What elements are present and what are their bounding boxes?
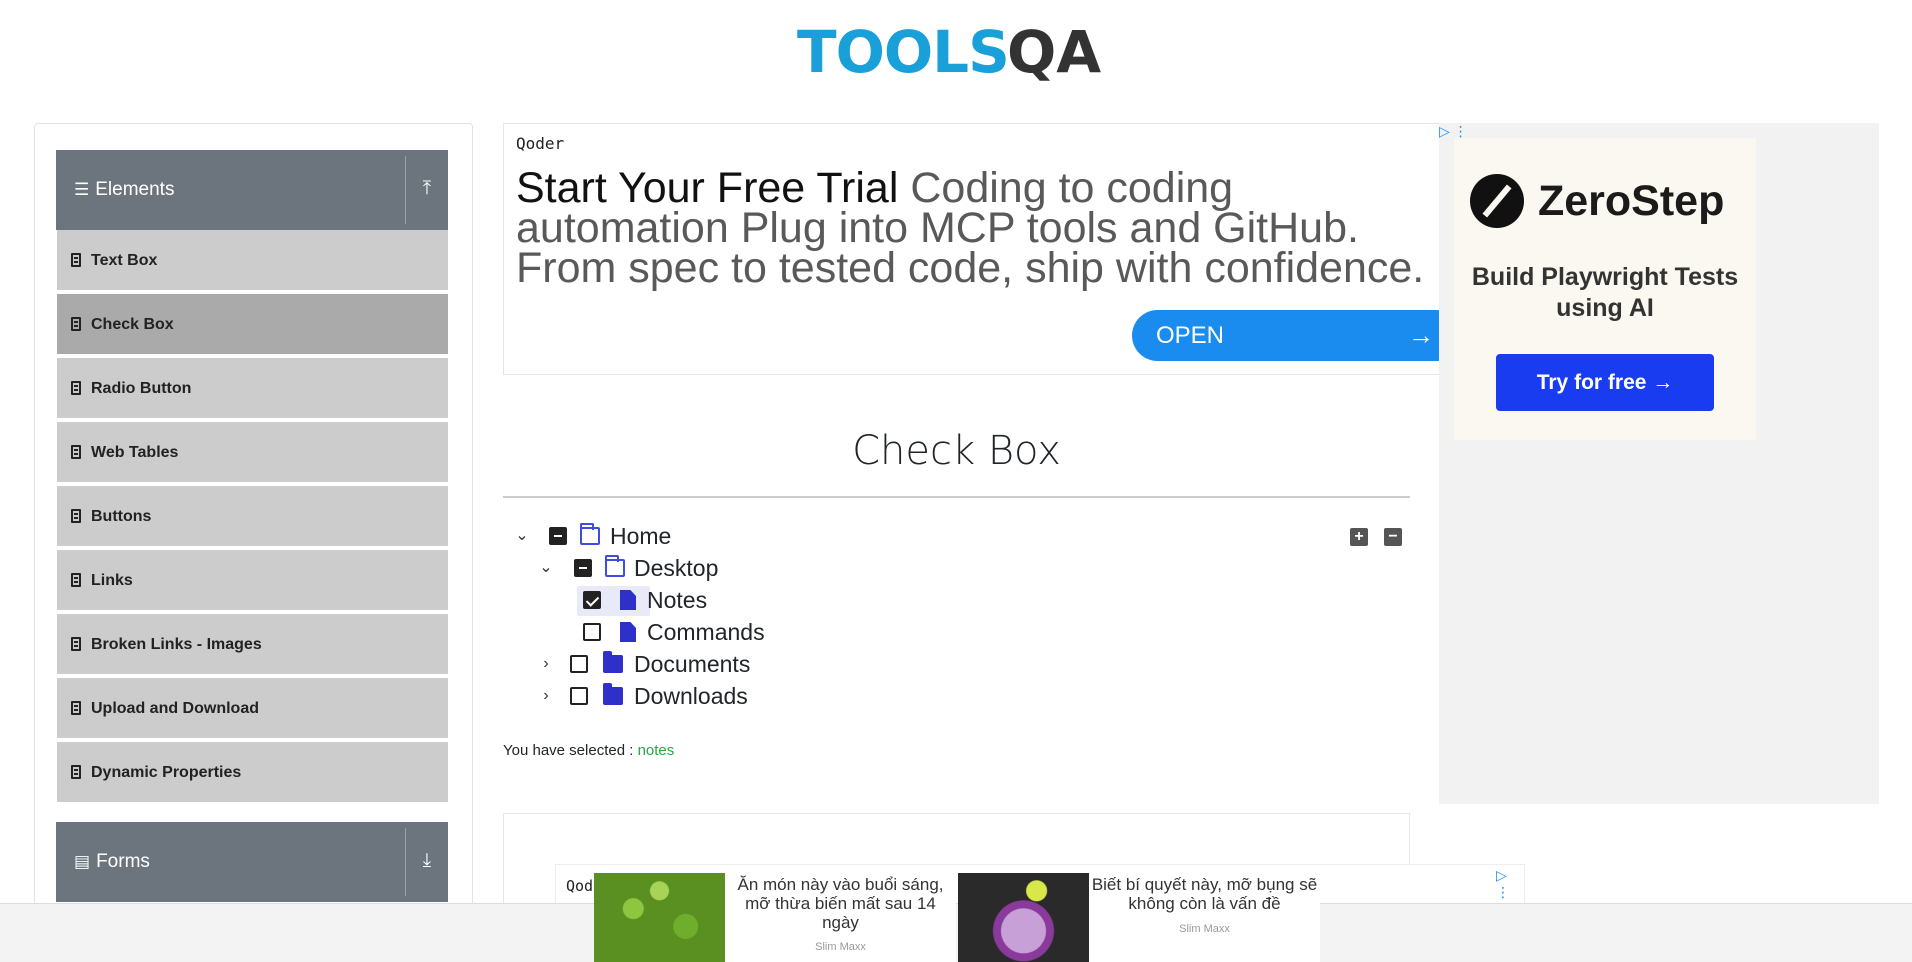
- ad-brand: Qoder: [516, 134, 565, 153]
- zerostep-subtitle: Build Playwright Tests using AI: [1471, 263, 1739, 322]
- sidebar-item-label: Check Box: [91, 316, 174, 333]
- checkbox-downloads[interactable]: [570, 687, 588, 705]
- result-value: notes: [637, 742, 675, 759]
- checkbox-notes[interactable]: [583, 591, 601, 609]
- page-title: Check Box: [852, 428, 1061, 474]
- sidebar-item-web-tables[interactable]: Web Tables: [57, 422, 448, 484]
- divider: [405, 156, 406, 224]
- logo-text-tools: TOOLS: [797, 18, 1010, 86]
- html-file-icon: [71, 445, 81, 459]
- ad-open-button[interactable]: OPEN →: [1132, 310, 1442, 361]
- download-icon[interactable]: ⤓: [412, 846, 442, 876]
- adchoices-icon[interactable]: ▷ ⋮: [1496, 867, 1524, 901]
- html-file-icon: [71, 509, 81, 523]
- ad-thumbnail-image: [958, 873, 1089, 962]
- html-file-icon: [71, 573, 81, 587]
- sidebar-item-links[interactable]: Links: [57, 550, 448, 612]
- chevron-right-icon[interactable]: ›: [537, 680, 555, 712]
- tree-label-notes[interactable]: Notes: [647, 584, 707, 616]
- title-divider: [503, 496, 1410, 498]
- expand-all-button[interactable]: +: [1350, 528, 1368, 546]
- tree-label-home[interactable]: Home: [610, 520, 671, 552]
- checkbox-desktop[interactable]: [574, 559, 592, 577]
- checkbox-home[interactable]: [549, 527, 567, 545]
- sidebar-item-buttons[interactable]: Buttons: [57, 486, 448, 548]
- sidebar-item-label: Upload and Download: [91, 700, 259, 717]
- checkbox-commands[interactable]: [583, 623, 601, 641]
- sidebar-item-text-box[interactable]: Text Box: [57, 230, 448, 292]
- sticky-ad-strip: [0, 903, 1912, 962]
- file-icon: [620, 622, 636, 642]
- group-label-forms: Forms: [96, 851, 150, 872]
- folder-icon: [603, 683, 623, 705]
- document-icon: ▤: [74, 852, 91, 871]
- folder-open-icon: [605, 555, 625, 577]
- ad-open-label: OPEN: [1156, 322, 1225, 349]
- chevron-down-icon[interactable]: ⌄: [537, 552, 555, 584]
- zerostep-brand: ZeroStep: [1538, 177, 1725, 225]
- try-for-free-button[interactable]: Try for free →: [1496, 354, 1714, 411]
- sidebar-item-check-box[interactable]: Check Box: [57, 294, 448, 356]
- group-label-elements: Elements: [95, 179, 175, 200]
- native-ad-sponsor: Slim Maxx: [815, 941, 866, 953]
- result-label: You have selected :: [503, 742, 634, 759]
- native-ad-card[interactable]: Biết bí quyết này, mỡ bụng sẽ không còn …: [958, 873, 1320, 962]
- native-ad-title: Biết bí quyết này, mỡ bụng sẽ không còn …: [1091, 875, 1318, 913]
- sidebar-item-broken-links[interactable]: Broken Links - Images: [57, 614, 448, 676]
- divider: [405, 828, 406, 896]
- html-file-icon: [71, 637, 81, 651]
- ad-banner-qoder[interactable]: Qoder Start Your Free Trial Coding to co…: [503, 123, 1443, 375]
- sidebar-item-label: Text Box: [91, 252, 158, 269]
- sidebar-item-label: Buttons: [91, 508, 152, 525]
- hamburger-icon: ☰: [74, 180, 90, 199]
- html-file-icon: [71, 765, 81, 779]
- html-file-icon: [71, 381, 81, 395]
- ad-thumbnail-image: [594, 873, 725, 962]
- html-file-icon: [71, 253, 81, 267]
- zerostep-card[interactable]: ZeroStep Build Playwright Tests using AI…: [1454, 138, 1756, 440]
- native-ad-card[interactable]: Ăn món này vào buổi sáng, mỡ thừa biến m…: [594, 873, 956, 962]
- sidebar-item-label: Dynamic Properties: [91, 764, 242, 781]
- tree-label-desktop[interactable]: Desktop: [634, 552, 718, 584]
- native-ad-sponsor: Slim Maxx: [1179, 923, 1230, 935]
- sidebar-item-label: Links: [91, 572, 133, 589]
- upload-icon[interactable]: ⤒: [412, 174, 442, 204]
- zerostep-logo-icon: [1470, 174, 1524, 228]
- sidebar-item-radio-button[interactable]: Radio Button: [57, 358, 448, 420]
- sidebar-item-label: Web Tables: [91, 444, 179, 461]
- chevron-right-icon[interactable]: ›: [537, 648, 555, 680]
- html-file-icon: [71, 701, 81, 715]
- left-sidebar: ☰ Elements ⤒ Text Box Check Box Radio But…: [34, 123, 473, 962]
- sidebar-item-label: Broken Links - Images: [91, 636, 262, 653]
- result-text: You have selected : notes: [503, 742, 674, 759]
- sidebar-item-upload-download[interactable]: Upload and Download: [57, 678, 448, 740]
- tree-label-commands[interactable]: Commands: [647, 616, 765, 648]
- tree-label-downloads[interactable]: Downloads: [634, 680, 748, 712]
- collapse-all-button[interactable]: −: [1384, 528, 1402, 546]
- group-header-elements[interactable]: ☰ Elements ⤒: [56, 150, 448, 230]
- ad-sidebar-zerostep[interactable]: ▷ ⋮ ZeroStep Build Playwright Tests usin…: [1439, 123, 1879, 804]
- checkbox-tree: ⌄ Home ⌄ Desktop Notes Commands › Docume…: [503, 520, 1410, 720]
- native-ad-title: Ăn món này vào buổi sáng, mỡ thừa biến m…: [737, 875, 944, 932]
- checkbox-documents[interactable]: [570, 655, 588, 673]
- chevron-down-icon[interactable]: ⌄: [513, 520, 531, 552]
- sidebar-item-label: Radio Button: [91, 380, 192, 397]
- folder-open-icon: [580, 523, 600, 545]
- tree-label-documents[interactable]: Documents: [634, 648, 750, 680]
- sidebar-item-dynamic-properties[interactable]: Dynamic Properties: [57, 742, 448, 804]
- logo-text-qa: QA: [1007, 18, 1102, 86]
- group-header-forms[interactable]: ▤ Forms ⤓: [56, 822, 448, 902]
- arrow-right-icon: →: [1408, 320, 1434, 350]
- toolsqa-logo[interactable]: TOOLS QA: [797, 14, 1119, 90]
- folder-icon: [603, 651, 623, 673]
- html-file-icon: [71, 317, 81, 331]
- ad-headline: Start Your Free Trial Coding to coding a…: [516, 167, 1442, 290]
